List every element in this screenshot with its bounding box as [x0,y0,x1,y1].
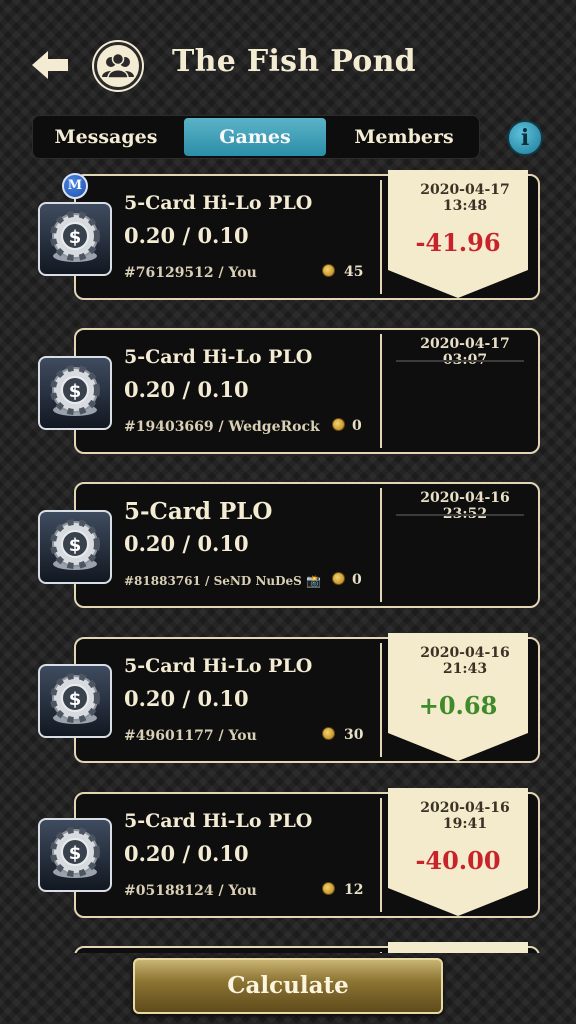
game-datetime: 2020-04-17 13:48 [420,182,510,214]
coin-icon [322,727,335,740]
game-name: 5-Card Hi-Lo PLO [124,655,313,677]
divider [380,798,382,912]
calculate-button[interactable]: Calculate [133,958,443,1014]
info-icon[interactable]: i [507,120,543,156]
game-name: 5-Card Hi-Lo PLO [124,346,313,368]
club-avatar[interactable] [94,42,142,90]
game-card[interactable]: 5-Card PLO 0.20 / 0.10 #81883761 / SeND … [74,482,540,608]
header: The Fish Pond [0,0,576,110]
coin-icon [332,572,345,585]
manager-badge: M [62,173,88,199]
game-card[interactable]: 5-Card Hi-Lo PLO 0.20 / 0.10 #76129512 /… [74,170,540,300]
tab-games[interactable]: Games [184,118,326,156]
coin-count: 0 [352,418,362,434]
divider [380,643,382,757]
game-id-owner: #49601177 / You [124,728,257,744]
date-underline [396,360,524,362]
game-card[interactable]: 5-Card Hi-Lo PLO 0.20 / 0.10 #05188124 /… [74,788,540,918]
divider [380,334,382,448]
poker-chip-icon: $ [38,510,112,584]
poker-chip-icon: $ [38,202,112,276]
game-datetime: 2020-04-17 03:07 [420,336,510,368]
game-stakes: 0.20 / 0.10 [124,686,249,711]
svg-text:$: $ [69,381,82,402]
game-stakes: 0.20 / 0.10 [124,531,249,556]
coin-icon [322,882,335,895]
svg-text:$: $ [69,227,82,248]
game-card[interactable] [74,942,540,953]
svg-text:$: $ [69,843,82,864]
tab-bar: Messages Games Members [32,115,480,159]
result-value: -41.96 [415,228,501,257]
divider [380,952,382,953]
coin-count: 0 [352,572,362,588]
game-datetime: 2020-04-16 23:52 [420,490,510,522]
game-id-owner: #76129512 / You [124,265,257,281]
coin-count: 45 [344,264,364,280]
coin-count: 12 [344,882,364,898]
date-underline [396,514,524,516]
game-id-owner: #19403669 / WedgeRock [124,419,320,435]
tab-messages[interactable]: Messages [36,118,176,156]
svg-text:$: $ [69,689,82,710]
coin-icon [332,418,345,431]
divider [380,488,382,602]
coin-icon [322,264,335,277]
svg-text:$: $ [69,535,82,556]
game-name: 5-Card PLO [124,498,273,525]
tab-members[interactable]: Members [334,118,474,156]
poker-chip-icon: $ [38,356,112,430]
coin-count: 30 [344,727,364,743]
page-title: The Fish Pond [172,44,416,79]
game-stakes: 0.20 / 0.10 [124,223,249,248]
result-value: +0.68 [418,691,498,720]
game-datetime: 2020-04-16 21:43 [420,645,510,677]
game-name: 5-Card Hi-Lo PLO [124,192,313,214]
arrow-left-icon [32,51,68,79]
games-list[interactable]: 5-Card Hi-Lo PLO 0.20 / 0.10 #76129512 /… [0,170,576,953]
poker-chip-icon: $ [38,664,112,738]
game-stakes: 0.20 / 0.10 [124,841,249,866]
game-stakes: 0.20 / 0.10 [124,377,249,402]
divider [380,180,382,294]
result-value: -40.00 [415,846,501,875]
game-card[interactable]: 5-Card Hi-Lo PLO 0.20 / 0.10 #19403669 /… [74,328,540,454]
poker-chip-icon: $ [38,818,112,892]
game-name: 5-Card Hi-Lo PLO [124,810,313,832]
game-id-owner: #81883761 / SeND NuDeS 📸 [124,574,321,588]
group-icon [102,52,134,79]
game-datetime: 2020-04-16 19:41 [420,800,510,832]
game-id-owner: #05188124 / You [124,883,257,899]
result-tag [388,942,528,953]
back-button[interactable] [30,48,72,82]
game-card[interactable]: 5-Card Hi-Lo PLO 0.20 / 0.10 #49601177 /… [74,633,540,763]
